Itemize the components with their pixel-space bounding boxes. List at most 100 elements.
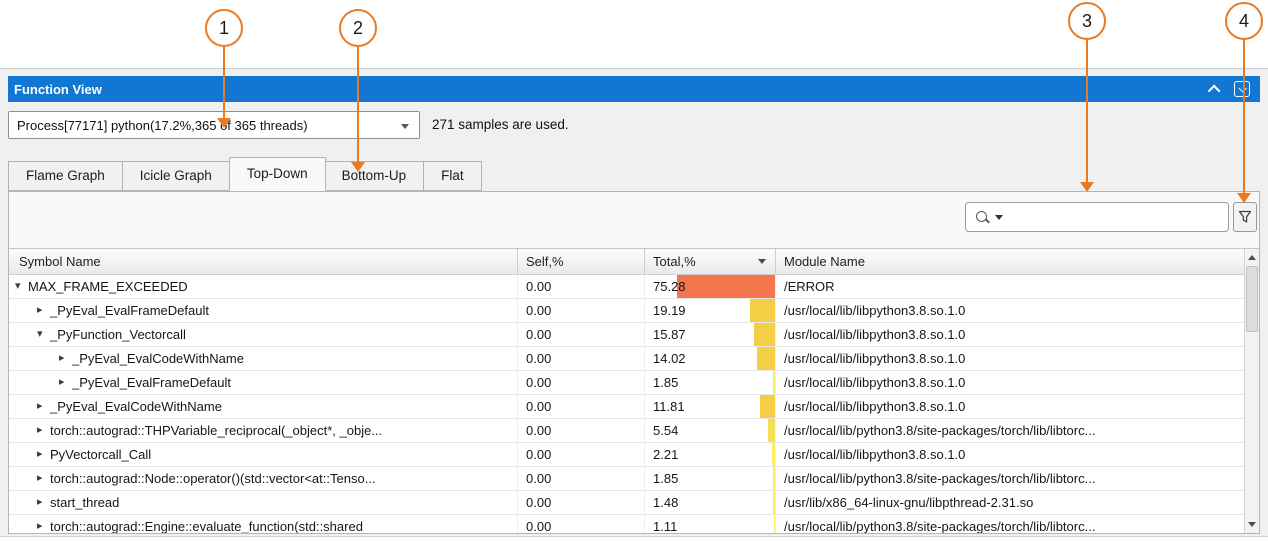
table-row[interactable]: ▾ _PyFunction_Vectorcall 0.00 15.87/usr/loc… — [9, 323, 1244, 347]
heat-bar — [773, 491, 775, 514]
symbol-cell: ▸ torch::autograd::Engine::evaluate_funct… — [9, 515, 518, 533]
callout-3: 3 — [1068, 2, 1106, 40]
samples-note: 271 samples are used. — [432, 117, 569, 132]
expand-row-icon[interactable]: ▸ — [37, 419, 50, 442]
total-pct-cell: 1.85 — [645, 467, 776, 490]
total-pct-cell: 1.11 — [645, 515, 776, 533]
callout-4-arrow-icon — [1237, 193, 1251, 203]
table-row[interactable]: ▸ _PyEval_EvalFrameDefault 0.00 19.19/usr/l… — [9, 299, 1244, 323]
self-pct-cell: 0.00 — [518, 275, 645, 298]
table-header: Symbol Name Self,% Total,% Module Name — [9, 249, 1244, 275]
expand-row-icon[interactable]: ▸ — [37, 467, 50, 490]
symbol-name: torch::autograd::Engine::evaluate_functi… — [50, 519, 363, 533]
expand-row-icon[interactable]: ▸ — [37, 515, 50, 533]
module-name-cell: /usr/local/lib/libpython3.8.so.1.0 — [784, 447, 966, 462]
total-pct-value: 19.19 — [653, 303, 686, 318]
table-row[interactable]: ▸ start_thread 0.00 1.48/usr/lib/x86_64-lin… — [9, 491, 1244, 515]
collapse-row-icon[interactable]: ▾ — [37, 323, 50, 346]
expand-row-icon[interactable]: ▸ — [37, 491, 50, 514]
table-row[interactable]: ▸ _PyEval_EvalCodeWithName 0.00 11.81/usr/l… — [9, 395, 1244, 419]
tab-top-down[interactable]: Top-Down — [228, 157, 326, 191]
callout-3-line — [1086, 39, 1088, 182]
symbol-cell: ▸ _PyEval_EvalFrameDefault — [9, 371, 518, 394]
tab-flat[interactable]: Flat — [424, 161, 482, 191]
callout-4-label: 4 — [1238, 10, 1249, 31]
total-pct-value: 1.11 — [653, 519, 678, 533]
expand-row-icon[interactable]: ▸ — [37, 443, 50, 466]
self-pct-cell: 0.00 — [518, 419, 645, 442]
total-pct-cell: 2.21 — [645, 443, 776, 466]
callout-2-label: 2 — [352, 17, 363, 38]
screenshot-root: 1 2 3 4 Function View Process[77171] pyt… — [0, 0, 1268, 541]
total-pct-value: 11.81 — [653, 399, 685, 414]
callout-1-label: 1 — [218, 17, 229, 38]
symbol-cell: ▾ MAX_FRAME_EXCEEDED — [9, 275, 518, 298]
symbol-name: torch::autograd::THPVariable_reciprocal(… — [50, 423, 383, 438]
module-name-cell: /usr/local/lib/libpython3.8.so.1.0 — [784, 399, 966, 414]
column-header-total-pct[interactable]: Total,% — [645, 249, 776, 274]
table-row[interactable]: ▸ PyVectorcall_Call 0.00 2.21/usr/local/lib… — [9, 443, 1244, 467]
callout-4: 4 — [1225, 2, 1263, 40]
callout-3-arrow-icon — [1080, 182, 1094, 192]
table-row[interactable]: ▸ torch::autograd::THPVariable_reciprocal… — [9, 419, 1244, 443]
module-name-cell: /usr/local/lib/libpython3.8.so.1.0 — [784, 303, 966, 318]
self-pct-cell: 0.00 — [518, 491, 645, 514]
scroll-up-icon — [1248, 255, 1256, 260]
table-row[interactable]: ▸ _PyEval_EvalCodeWithName 0.00 14.02/usr/l… — [9, 347, 1244, 371]
column-header-module-name[interactable]: Module Name — [776, 249, 1244, 274]
expand-row-icon[interactable]: ▸ — [37, 395, 50, 418]
panel-menu-icon[interactable] — [1234, 81, 1250, 97]
symbol-name: start_thread — [50, 495, 120, 510]
total-pct-cell: 15.87 — [645, 323, 776, 346]
scrollbar-thumb[interactable] — [1246, 266, 1258, 332]
heat-bar — [772, 443, 775, 466]
module-name-cell: /usr/local/lib/libpython3.8.so.1.0 — [784, 327, 966, 342]
symbol-cell: ▸ PyVectorcall_Call — [9, 443, 518, 466]
callout-1-line — [223, 46, 225, 118]
symbol-name: _PyEval_EvalFrameDefault — [72, 375, 231, 390]
panel-titlebar: Function View — [8, 76, 1260, 102]
heat-bar — [759, 395, 775, 418]
total-pct-value: 5.54 — [653, 423, 679, 438]
search-scope-caret-icon[interactable] — [995, 214, 1003, 220]
expand-row-icon[interactable]: ▸ — [59, 347, 72, 370]
column-header-self-pct[interactable]: Self,% — [518, 249, 645, 274]
table-row[interactable]: ▾ MAX_FRAME_EXCEEDED 0.00 75.28/ERROR — [9, 275, 1244, 299]
search-field[interactable] — [965, 202, 1229, 232]
self-pct-cell: 0.00 — [518, 347, 645, 370]
tab-bottom-up[interactable]: Bottom-Up — [324, 161, 425, 191]
table-row[interactable]: ▸ _PyEval_EvalFrameDefault 0.00 1.85/usr/lo… — [9, 371, 1244, 395]
collapse-panel-icon[interactable] — [1207, 84, 1221, 97]
collapse-row-icon[interactable]: ▾ — [15, 275, 28, 298]
filter-button[interactable] — [1233, 202, 1257, 232]
total-pct-cell: 14.02 — [645, 347, 776, 370]
module-name-cell: /ERROR — [784, 279, 835, 294]
callout-1-arrow-icon — [217, 118, 231, 128]
total-pct-value: 2.21 — [653, 447, 679, 462]
scroll-up-button[interactable] — [1245, 250, 1259, 265]
vertical-scrollbar[interactable] — [1244, 249, 1259, 533]
heat-bar — [772, 371, 775, 394]
scroll-down-button[interactable] — [1245, 517, 1259, 532]
tab-icicle-graph[interactable]: Icicle Graph — [122, 161, 230, 191]
expand-row-icon[interactable]: ▸ — [37, 299, 50, 322]
module-name-cell: /usr/local/lib/python3.8/site-packages/t… — [784, 471, 1096, 486]
total-pct-value: 1.85 — [653, 471, 679, 486]
table-row[interactable]: ▸ torch::autograd::Engine::evaluate_funct… — [9, 515, 1244, 533]
symbol-cell: ▸ torch::autograd::THPVariable_reciprocal… — [9, 419, 518, 442]
total-pct-cell: 1.85 — [645, 371, 776, 394]
column-header-symbol-name[interactable]: Symbol Name — [9, 249, 518, 274]
self-pct-cell: 0.00 — [518, 443, 645, 466]
table-row[interactable]: ▸ torch::autograd::Node::operator()(std::… — [9, 467, 1244, 491]
total-pct-value: 75.28 — [653, 279, 686, 294]
self-pct-cell: 0.00 — [518, 371, 645, 394]
function-table: Symbol Name Self,% Total,% Module Name ▾… — [9, 248, 1259, 533]
total-pct-cell: 19.19 — [645, 299, 776, 322]
expand-row-icon[interactable]: ▸ — [59, 371, 72, 394]
column-header-total-pct-label: Total,% — [653, 254, 696, 269]
tab-flame-graph[interactable]: Flame Graph — [8, 161, 123, 191]
self-pct-cell: 0.00 — [518, 395, 645, 418]
self-pct-cell: 0.00 — [518, 515, 645, 533]
search-input[interactable] — [1003, 203, 1228, 231]
total-pct-value: 14.02 — [653, 351, 686, 366]
